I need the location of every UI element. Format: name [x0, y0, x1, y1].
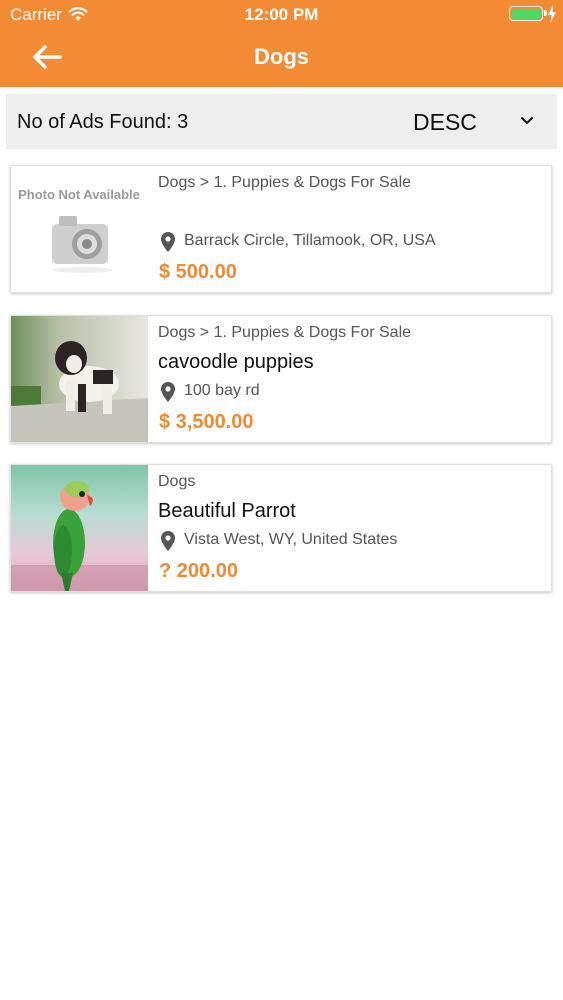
battery-icon — [509, 6, 543, 21]
map-pin-icon — [161, 382, 175, 402]
parrot-photo — [11, 465, 148, 591]
listing-price: $ 3,500.00 — [159, 411, 254, 433]
photo-not-available-image: Photo Not Available — [11, 166, 148, 292]
listing-title: Beautiful Parrot — [158, 500, 296, 522]
listing-card[interactable]: Photo Not Available Dogs > 1. Puppies & … — [10, 165, 552, 293]
status-time: 12:00 PM — [244, 5, 319, 24]
listing-category: Dogs > 1. Puppies & Dogs For Sale — [158, 324, 412, 341]
listing-location: Barrack Circle, Tillamook, OR, USA — [184, 232, 436, 249]
listing-title: cavoodle puppies — [158, 351, 314, 373]
results-bar: No of Ads Found: 3 DESC — [6, 94, 557, 149]
listing-card[interactable]: Dogs > 1. Puppies & Dogs For Sale cavood… — [10, 315, 552, 443]
ads-count-label: No of Ads Found: 3 — [17, 111, 189, 133]
status-bar: Carrier 12:00 PM — [0, 0, 563, 30]
listing-location: 100 bay rd — [184, 382, 260, 399]
app-header: Carrier 12:00 PM Dogs — [0, 0, 563, 87]
listing-price: $ 500.00 — [159, 261, 237, 283]
listing-price: ? 200.00 — [159, 560, 238, 582]
listing-category: Dogs > 1. Puppies & Dogs For Sale — [158, 174, 412, 191]
page-title: Dogs — [254, 44, 309, 69]
listing-category: Dogs — [158, 473, 196, 490]
svg-text:Photo Not Available: Photo Not Available — [18, 187, 140, 202]
sort-order-select[interactable]: DESC — [386, 94, 557, 149]
charging-icon — [548, 5, 556, 23]
listing-card[interactable]: Dogs Beautiful Parrot Vista West, WY, Un… — [10, 464, 552, 592]
listing-location: Vista West, WY, United States — [184, 531, 398, 548]
map-pin-icon — [161, 531, 175, 551]
sort-order-value: DESC — [413, 109, 477, 135]
chevron-down-icon — [521, 117, 533, 124]
bulldog-photo — [11, 316, 148, 442]
map-pin-icon — [161, 232, 175, 252]
